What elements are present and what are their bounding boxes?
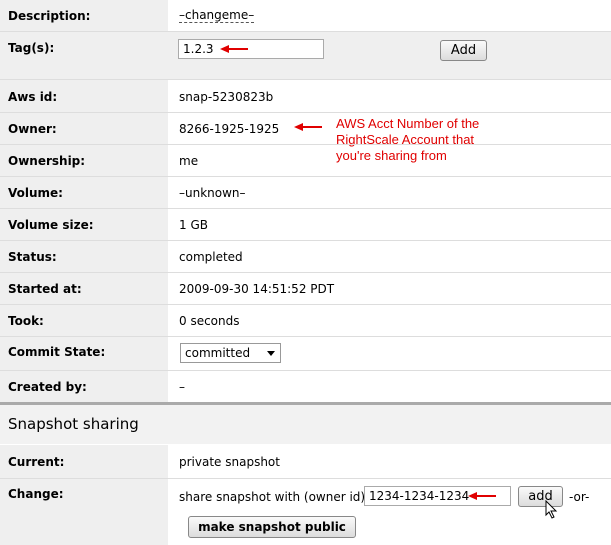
status-row: Status: completed — [0, 241, 611, 272]
took-value: 0 seconds — [179, 314, 240, 328]
commit-state-selected: committed — [185, 346, 251, 360]
or-text: -or- — [569, 490, 590, 504]
current-row: Current: private snapshot — [0, 445, 611, 478]
chevron-down-icon — [267, 351, 275, 356]
started-at-row: Started at: 2009-09-30 14:51:52 PDT — [0, 273, 611, 304]
status-label: Status: — [8, 250, 57, 264]
aws-id-row: Aws id: snap-5230823b — [0, 80, 611, 112]
volume-row: Volume: –unknown– — [0, 177, 611, 208]
description-label: Description: — [8, 9, 91, 23]
status-value: completed — [179, 250, 243, 264]
annotation-line: AWS Acct Number of the — [336, 116, 480, 131]
took-row: Took: 0 seconds — [0, 305, 611, 336]
description-value[interactable]: –changeme– — [179, 8, 255, 23]
current-label: Current: — [8, 455, 65, 469]
current-value: private snapshot — [179, 455, 280, 469]
change-label: Change: — [8, 487, 64, 501]
started-at-value: 2009-09-30 14:51:52 PDT — [179, 282, 335, 296]
started-at-label: Started at: — [8, 282, 82, 296]
owner-label: Owner: — [8, 122, 57, 136]
created-by-label: Created by: — [8, 380, 87, 394]
volume-value: –unknown– — [179, 186, 246, 200]
commit-state-row: Commit State: — [0, 337, 611, 370]
cursor-icon — [545, 500, 558, 519]
ownership-label: Ownership: — [8, 154, 86, 168]
tags-label: Tag(s): — [8, 41, 55, 55]
arrow-icon — [294, 123, 322, 131]
tag-input[interactable] — [178, 39, 324, 59]
share-prompt: share snapshot with (owner id): — [179, 490, 370, 504]
make-public-button[interactable]: make snapshot public — [188, 516, 356, 538]
ownership-value: me — [179, 154, 199, 168]
snapshot-sharing-header: Snapshot sharing — [0, 402, 611, 444]
add-tag-button[interactable]: Add — [440, 40, 487, 61]
owner-value: 8266-1925-1925 — [179, 122, 280, 136]
aws-id-value: snap-5230823b — [179, 90, 274, 104]
commit-state-select[interactable]: committed — [180, 343, 281, 363]
volume-size-value: 1 GB — [179, 218, 208, 232]
arrow-icon — [468, 492, 496, 500]
created-by-value: – — [179, 380, 185, 394]
volume-size-row: Volume size: 1 GB — [0, 209, 611, 240]
description-row: Description: –changeme– — [0, 0, 611, 31]
commit-state-label: Commit State: — [8, 345, 106, 359]
ownership-row: Ownership: me — [0, 145, 611, 176]
aws-id-label: Aws id: — [8, 90, 58, 104]
arrow-icon — [220, 45, 248, 53]
section-title: Snapshot sharing — [8, 415, 139, 433]
took-label: Took: — [8, 314, 44, 328]
volume-label: Volume: — [8, 186, 63, 200]
created-by-row: Created by: – — [0, 371, 611, 402]
volume-size-label: Volume size: — [8, 218, 94, 232]
